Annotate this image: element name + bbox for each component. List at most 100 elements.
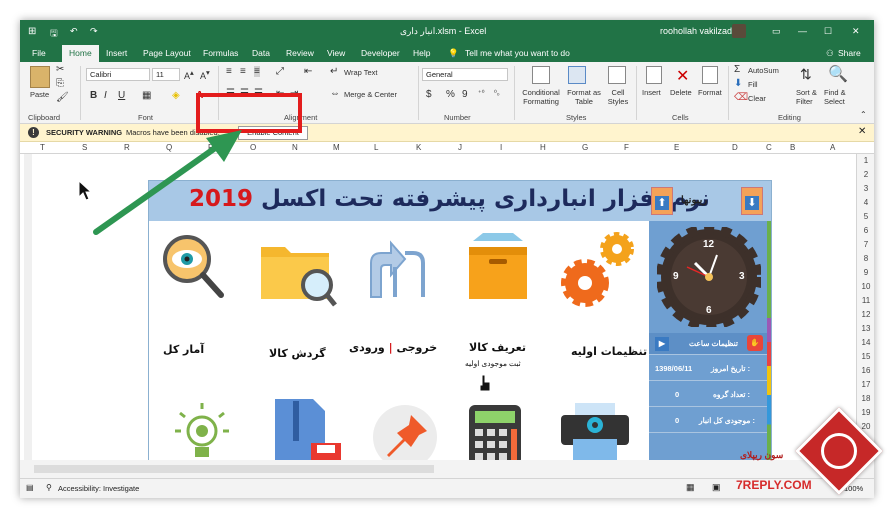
row-header[interactable]: 12	[857, 310, 874, 319]
tab-review[interactable]: Review	[286, 48, 314, 58]
fill-button[interactable]: Fill	[748, 80, 758, 89]
increase-decimal-icon[interactable]: ⁺⁰	[478, 89, 485, 97]
column-header[interactable]: K	[416, 143, 421, 152]
row-header[interactable]: 19	[857, 408, 874, 417]
stop-hand-icon[interactable]: ✋	[747, 335, 763, 351]
clock-settings-row[interactable]: ▶ تنظیمات ساعت ✋	[649, 333, 767, 355]
sort-filter-icon[interactable]: ⇅	[800, 66, 812, 83]
accessibility-icon[interactable]: ⚲	[46, 483, 52, 492]
row-header[interactable]: 6	[857, 226, 874, 235]
format-as-table-button[interactable]: Format as Table	[564, 88, 604, 106]
find-select-button[interactable]: Find & Select	[824, 88, 854, 106]
column-header[interactable]: C	[766, 143, 772, 152]
column-header[interactable]: D	[732, 143, 738, 152]
borders-icon[interactable]: ▦	[142, 90, 151, 101]
tab-developer[interactable]: Developer	[361, 48, 400, 58]
column-header[interactable]: I	[500, 143, 502, 152]
conditional-formatting-button[interactable]: Conditional Formatting	[518, 88, 564, 106]
row-header[interactable]: 8	[857, 254, 874, 263]
collapse-ribbon-icon[interactable]: ⌃	[860, 110, 867, 119]
column-header[interactable]: J	[458, 143, 462, 152]
currency-button[interactable]: $	[426, 89, 432, 100]
orientation-icon[interactable]: ⤢	[276, 66, 284, 77]
autosum-button[interactable]: AutoSum	[748, 66, 779, 75]
tab-page-layout[interactable]: Page Layout	[143, 48, 191, 58]
arrow-down-icon[interactable]: ⬇	[741, 187, 763, 215]
align-bottom-icon[interactable]: ≡	[254, 66, 260, 77]
in-out-arrows-icon[interactable]	[361, 233, 433, 299]
lightbulb-gear-icon[interactable]	[175, 403, 229, 461]
row-header[interactable]: 18	[857, 394, 874, 403]
conditional-formatting-icon[interactable]	[532, 66, 550, 84]
number-format-select[interactable]: General	[422, 68, 508, 81]
wrap-text-icon[interactable]: ↵	[330, 66, 338, 77]
autosum-icon[interactable]: Σ	[734, 64, 740, 75]
format-button[interactable]: Format	[698, 88, 722, 97]
tab-home[interactable]: Home	[62, 45, 99, 62]
box-icon[interactable]	[465, 229, 531, 301]
minimize-icon[interactable]: —	[798, 26, 807, 36]
tell-me-box[interactable]: Tell me what you want to do	[465, 48, 570, 58]
wrap-text-button[interactable]: Wrap Text	[344, 68, 378, 77]
merge-center-icon[interactable]: ⇔	[330, 88, 340, 99]
column-header[interactable]: T	[40, 143, 45, 152]
column-header[interactable]: A	[830, 143, 835, 152]
save-icon[interactable]: 🖫	[50, 26, 58, 42]
column-header[interactable]: M	[333, 143, 340, 152]
align-top-icon[interactable]: ≡	[226, 66, 232, 77]
user-name[interactable]: roohollah vakilzade	[660, 26, 737, 36]
align-middle-icon[interactable]: ≡	[240, 66, 246, 77]
clear-icon[interactable]: ⌫	[734, 92, 748, 103]
column-header[interactable]: B	[790, 143, 795, 152]
delete-button[interactable]: Delete	[670, 88, 692, 97]
cut-icon[interactable]: ✂	[56, 64, 64, 75]
comma-style-button[interactable]: 9	[462, 89, 468, 100]
row-header[interactable]: 1	[857, 156, 874, 165]
decrease-decimal-icon[interactable]: ⁰₀	[494, 89, 500, 97]
paste-button[interactable]: Paste	[30, 90, 49, 99]
zip-file-icon[interactable]	[273, 399, 343, 463]
row-header[interactable]: 10	[857, 282, 874, 291]
tab-help[interactable]: Help	[413, 48, 430, 58]
row-header[interactable]: 7	[857, 240, 874, 249]
vertical-scrollbar[interactable]	[24, 154, 32, 460]
fill-icon[interactable]: ⬇	[734, 78, 742, 89]
row-header[interactable]: 9	[857, 268, 874, 277]
format-painter-icon[interactable]: 🖌	[56, 92, 69, 103]
tile-in-out-label[interactable]: خروجی | ورودی	[349, 341, 437, 354]
ribbon-display-icon[interactable]: ▭	[772, 26, 781, 37]
paste-icon[interactable]	[30, 66, 50, 88]
lightbulb-icon[interactable]: 💡	[448, 48, 459, 59]
row-header[interactable]: 17	[857, 380, 874, 389]
tile-stats-label[interactable]: آمار کل	[163, 343, 204, 356]
insert-button[interactable]: Insert	[642, 88, 661, 97]
share-icon[interactable]: ⚇	[826, 48, 834, 59]
merge-center-button[interactable]: Merge & Center	[344, 90, 397, 99]
horizontal-scrollbar[interactable]	[34, 465, 434, 473]
row-header[interactable]: 3	[857, 184, 874, 193]
delete-cells-icon[interactable]: ✕	[676, 66, 689, 86]
underline-button[interactable]: U	[118, 90, 125, 101]
accessibility-status[interactable]: Accessibility: Investigate	[58, 484, 139, 493]
column-header[interactable]: S	[82, 143, 87, 152]
cell-styles-icon[interactable]	[608, 66, 626, 84]
row-header[interactable]: 5	[857, 212, 874, 221]
row-header[interactable]: 11	[857, 296, 874, 305]
tile-turnover-label[interactable]: گردش کالا	[269, 347, 326, 360]
row-header[interactable]: 15	[857, 352, 874, 361]
tile-settings-label[interactable]: تنظیمات اولیه	[571, 345, 647, 358]
fill-color-icon[interactable]: ◈	[172, 90, 180, 101]
sort-filter-button[interactable]: Sort & Filter	[796, 88, 822, 106]
find-icon[interactable]: 🔍	[828, 64, 848, 84]
rtl-icon[interactable]: ⇤	[304, 66, 312, 77]
row-header[interactable]: 4	[857, 198, 874, 207]
share-button[interactable]: Share	[838, 48, 861, 58]
shrink-font-icon[interactable]: A▾	[200, 68, 210, 81]
printer-gear-icon[interactable]	[559, 403, 631, 465]
column-header[interactable]: O	[250, 143, 256, 152]
close-warning-icon[interactable]: ✕	[858, 126, 866, 137]
column-header[interactable]: L	[374, 143, 378, 152]
row-header[interactable]: 2	[857, 170, 874, 179]
clear-button[interactable]: Clear	[748, 94, 766, 103]
cell-styles-button[interactable]: Cell Styles	[604, 88, 632, 106]
